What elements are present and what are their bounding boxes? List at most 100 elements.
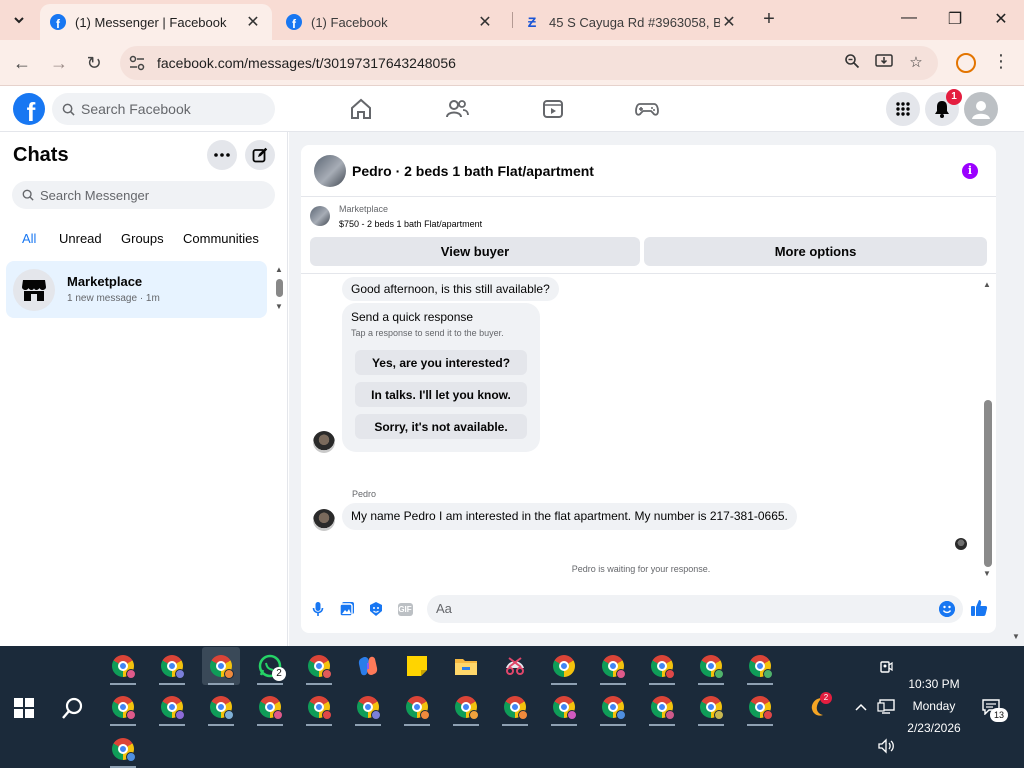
chrome-profile-icon[interactable] [202,688,240,726]
meet-now-icon[interactable] [876,656,896,676]
home-icon[interactable] [348,96,374,122]
quick-response-option[interactable]: Sorry, it's not available. [355,414,527,439]
volume-icon[interactable] [876,736,896,756]
filter-all[interactable]: All [22,231,36,249]
chrome-icon[interactable] [545,647,583,685]
chats-options-button[interactable] [207,140,237,170]
chrome-profile-icon[interactable] [447,688,485,726]
thumbs-up-icon[interactable] [970,599,988,617]
page-scroll-down-arrow[interactable]: ▼ [1012,632,1020,641]
close-icon[interactable]: ✕ [244,12,262,32]
tab-zillow[interactable]: Ƶ 45 S Cayuga Rd #3963058, Buff ✕ [514,4,748,40]
sticky-notes-icon[interactable] [398,647,436,685]
chrome-profile-icon[interactable] [104,730,142,768]
listing-avatar[interactable] [314,155,346,187]
search-icon[interactable] [60,696,86,722]
chrome-profile-icon[interactable] [153,688,191,726]
gif-icon[interactable]: GIF [396,600,414,618]
friends-icon[interactable] [444,96,470,122]
message-input[interactable] [436,601,926,616]
snipping-tool-icon[interactable] [496,647,534,685]
messages-scrollbar-thumb[interactable] [984,400,992,567]
facebook-search[interactable] [52,93,275,125]
info-icon[interactable]: i [962,163,978,179]
chrome-profile-icon[interactable] [643,688,681,726]
messenger-search-input[interactable] [40,187,260,203]
chrome-profile-icon[interactable] [741,647,779,685]
emoji-icon[interactable] [939,601,955,617]
whatsapp-icon[interactable]: 2 [251,647,289,685]
tab-search-button[interactable] [6,8,32,32]
chat-item-marketplace[interactable]: Marketplace 1 new message · 1m [6,261,267,318]
facebook-search-input[interactable] [81,101,261,117]
chevron-up-icon[interactable] [851,697,871,717]
new-message-button[interactable] [245,140,275,170]
filter-unread[interactable]: Unread [59,231,102,249]
scroll-down-arrow[interactable]: ▼ [275,302,283,311]
profile-icon[interactable] [956,53,976,73]
view-buyer-button[interactable]: View buyer [310,237,640,266]
chrome-profile-icon[interactable] [692,647,730,685]
microphone-icon[interactable] [309,600,327,618]
watch-video-icon[interactable] [540,96,566,122]
tab-messenger[interactable]: f (1) Messenger | Facebook ✕ [40,4,272,40]
chrome-profile-icon[interactable] [643,647,681,685]
clock-date[interactable]: 2/23/2026 [905,721,963,735]
message-composer[interactable] [427,595,963,623]
chrome-profile-icon[interactable] [594,688,632,726]
menu-grid-button[interactable] [886,92,920,126]
photo-icon[interactable] [338,600,356,618]
sticker-icon[interactable] [367,600,385,618]
chrome-profile-icon[interactable] [300,688,338,726]
weather-moon-icon[interactable]: 2 [799,688,837,726]
scroll-up-arrow[interactable]: ▲ [275,265,283,274]
filter-groups[interactable]: Groups [121,231,164,249]
more-options-button[interactable]: More options [644,237,987,266]
omnibox[interactable]: facebook.com/messages/t/3019731764324805… [120,46,938,80]
chrome-profile-icon[interactable] [153,647,191,685]
gaming-icon[interactable] [634,96,660,122]
zoom-icon[interactable] [842,53,862,73]
scroll-up-arrow[interactable]: ▲ [983,280,991,289]
clock-day[interactable]: Monday [905,699,963,713]
file-explorer-icon[interactable] [447,647,485,685]
quick-response-option[interactable]: In talks. I'll let you know. [355,382,527,407]
minimize-button[interactable]: — [897,9,921,27]
chrome-profile-icon[interactable] [496,688,534,726]
back-button[interactable]: ← [11,52,33,74]
bookmark-star-icon[interactable]: ☆ [906,53,926,73]
conversation-title[interactable]: Pedro · 2 beds 1 bath Flat/apartment [352,163,594,179]
chrome-profile-icon[interactable] [300,647,338,685]
chrome-profile-icon[interactable] [741,688,779,726]
tab-facebook[interactable]: f (1) Facebook ✕ [276,4,504,40]
chrome-profile-icon[interactable] [594,647,632,685]
forward-button[interactable]: → [48,52,70,74]
filter-communities[interactable]: Communities [183,231,259,249]
chrome-profile-icon[interactable] [104,647,142,685]
close-icon[interactable]: ✕ [476,12,494,32]
facebook-logo[interactable]: f [13,93,45,125]
chrome-profile-icon[interactable] [202,647,240,685]
chrome-profile-icon[interactable] [545,688,583,726]
chrome-profile-icon[interactable] [251,688,289,726]
site-settings-icon[interactable] [128,54,146,72]
account-avatar[interactable] [964,92,998,126]
chrome-profile-icon[interactable] [398,688,436,726]
url-text[interactable]: facebook.com/messages/t/3019731764324805… [157,55,456,71]
messenger-search[interactable] [12,181,275,209]
restore-button[interactable]: ❐ [943,9,967,29]
clock-time[interactable]: 10:30 PM [905,677,963,691]
reload-button[interactable]: ↻ [83,52,105,74]
chats-scrollbar-thumb[interactable] [276,279,283,297]
sender-avatar[interactable] [313,509,335,531]
sender-avatar[interactable] [313,431,335,453]
install-app-icon[interactable] [874,53,894,73]
chrome-profile-icon[interactable] [692,688,730,726]
chrome-profile-icon[interactable] [349,688,387,726]
network-icon[interactable] [876,697,896,717]
close-icon[interactable]: ✕ [720,12,738,32]
scroll-down-arrow[interactable]: ▼ [983,569,991,578]
listing-summary[interactable]: $750 - 2 beds 1 bath Flat/apartment [339,219,482,229]
window-close-button[interactable]: ✕ [989,9,1013,29]
quick-response-option[interactable]: Yes, are you interested? [355,350,527,375]
